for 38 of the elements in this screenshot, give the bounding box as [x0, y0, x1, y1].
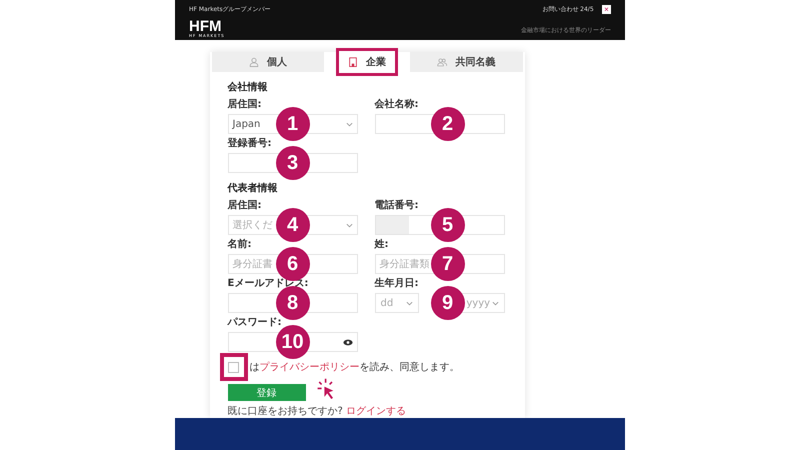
field-label: 居住国:	[228, 99, 262, 111]
section-title: 会社情報	[228, 80, 268, 94]
eye-icon[interactable]	[342, 338, 352, 346]
logo[interactable]: HFM	[189, 19, 225, 34]
number-marker: 9	[430, 286, 464, 320]
people-icon	[437, 57, 448, 67]
field-label: 会社名称:	[374, 99, 420, 111]
chevron-icon	[406, 300, 413, 306]
field-label: 電話番号:	[374, 200, 420, 212]
field-label: 名前:	[228, 239, 252, 251]
privacy-policy-link[interactable]: プライバシーポリシー	[260, 362, 360, 373]
login-prompt: 既に口座をお持ちですか? ログインする	[228, 404, 407, 418]
number-marker: 1	[276, 107, 310, 141]
building-icon	[348, 57, 358, 67]
account-type-tab[interactable]: 個人	[212, 52, 324, 72]
checkbox[interactable]	[228, 362, 239, 372]
chevron-icon	[346, 122, 352, 126]
register-button[interactable]: 登録	[228, 384, 306, 401]
field-label: 姓:	[374, 239, 390, 251]
number-marker: 7	[430, 247, 464, 281]
section-title: 代表者情報	[228, 182, 278, 195]
field-label: 登録番号:	[228, 138, 272, 150]
field-label: 居住国:	[228, 200, 262, 212]
person-icon	[248, 57, 259, 67]
number-marker: 3	[276, 146, 310, 180]
chevron-icon	[492, 300, 498, 306]
account-type-tab[interactable]: 共同名義	[410, 52, 522, 72]
field-label: 生年月日:	[374, 278, 420, 290]
number-marker: 4	[276, 208, 310, 242]
close-button[interactable]: ×	[602, 4, 611, 14]
number-marker: 10	[276, 325, 310, 359]
account-type-tab[interactable]: 企業	[336, 48, 398, 76]
login-link[interactable]: ログインする	[346, 406, 406, 417]
country-code-field[interactable]	[376, 216, 408, 234]
number-marker: 8	[276, 286, 310, 320]
number-marker: 2	[430, 107, 464, 141]
number-marker: 5	[430, 208, 464, 242]
consent-text: はプライバシーポリシーを読み、同意します。	[250, 360, 460, 374]
